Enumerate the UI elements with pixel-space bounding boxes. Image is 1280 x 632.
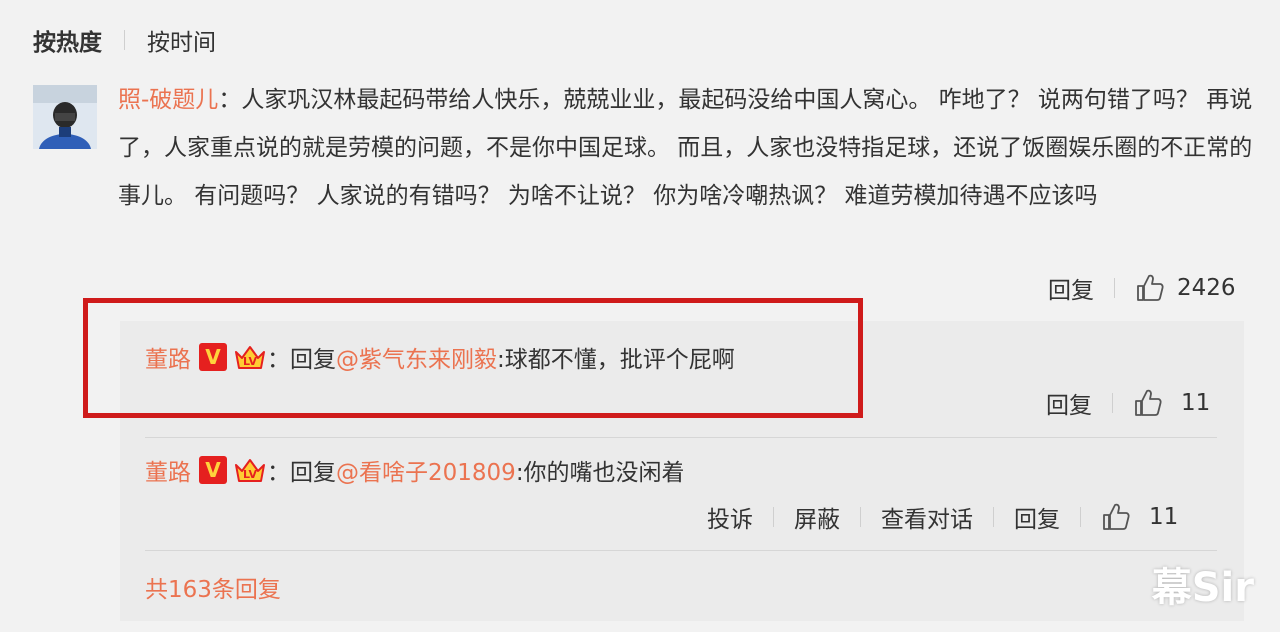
sort-by-hot-tab[interactable]: 按热度 [33,23,102,57]
block-button[interactable]: 屏蔽 [794,500,840,534]
action-divider [1112,393,1113,413]
reply-actions: 回复 11 [1046,385,1210,421]
sort-by-time-tab[interactable]: 按时间 [147,23,216,57]
main-comment-actions: 回复 2426 [1048,270,1236,306]
comment-separator: ： [218,87,242,113]
main-comment: 照-破题儿：人家巩汉林最起码带给人快乐，兢兢业业，最起码没给中国人窝心。 咋地了… [118,76,1258,220]
comment-body: 人家巩汉林最起码带给人快乐，兢兢业业，最起码没给中国人窝心。 咋地了？ 说两句错… [118,87,1253,209]
thumbs-up-icon[interactable] [1135,273,1165,303]
reply-button[interactable]: 回复 [1014,500,1060,534]
reply-prefix: 回复 [290,460,336,486]
comment-username[interactable]: 照-破题儿 [118,87,218,113]
crown-level-icon: LV [235,459,265,482]
report-button[interactable]: 投诉 [707,500,753,534]
reply-body: :你的嘴也没闲着 [515,460,685,486]
reply-item: 董路 V LV ： 回复 @看啥子201809 :你的嘴也没闲着 [145,452,685,488]
view-conversation-button[interactable]: 查看对话 [881,500,973,534]
watermark: 幕Sir [1151,565,1254,611]
action-divider [993,507,994,527]
svg-text:LV: LV [243,468,257,481]
thumbs-up-icon[interactable] [1133,388,1163,418]
mention-link[interactable]: @看啥子201809 [336,453,516,487]
action-divider [860,507,861,527]
like-count: 2426 [1177,275,1236,301]
highlight-box [83,298,863,418]
action-divider [773,507,774,527]
reply-actions: 投诉 屏蔽 查看对话 回复 11 [707,499,1178,535]
like-count: 11 [1149,504,1179,530]
avatar[interactable] [33,85,97,149]
verified-v-icon: V [199,456,227,484]
action-divider [1080,507,1081,527]
reply-separator: ： [267,460,290,486]
reply-button[interactable]: 回复 [1046,386,1092,420]
reply-button[interactable]: 回复 [1048,271,1094,305]
reply-divider [145,437,1217,438]
like-count: 11 [1181,390,1211,416]
sort-bar: 按热度 按时间 [33,24,216,56]
avatar-image [33,85,97,149]
sort-divider [124,30,125,50]
reply-divider [145,550,1217,551]
thumbs-up-icon[interactable] [1101,502,1131,532]
reply-username[interactable]: 董路 [145,453,191,487]
more-replies-link-wrap: 共163条回复 [145,570,281,604]
action-divider [1114,278,1115,298]
more-replies-link[interactable]: 共163条回复 [145,577,281,603]
